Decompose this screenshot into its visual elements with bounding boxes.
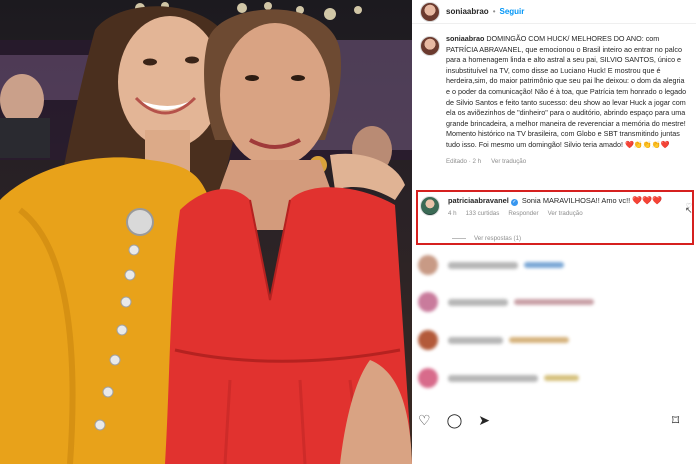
caption-text-block: soniaabrao DOMINGÃO COM HUCK/ MELHORES D… (446, 34, 690, 151)
blurred-username (448, 374, 538, 382)
comment-see-translation[interactable]: Ver tradução (548, 209, 583, 219)
highlighted-comment: patriciaabravanel ✓ Sonia MARAVILHOSA!! A… (420, 196, 692, 219)
caption-avatar[interactable] (420, 36, 440, 56)
blurred-text (524, 262, 564, 268)
separator-dot: • (492, 7, 496, 16)
caption-see-translation[interactable]: Ver tradução (491, 157, 526, 168)
blurred-avatar (418, 255, 438, 275)
blurred-comment (418, 330, 569, 350)
caption-username[interactable]: soniaabrao (446, 34, 484, 43)
comment-time: 4 h (448, 210, 457, 217)
follow-button[interactable]: Seguir (500, 7, 525, 16)
view-replies-label[interactable]: Ver respostas (1) (474, 235, 521, 242)
blurred-comment (418, 255, 564, 275)
post-header: soniaabrao • Seguir (412, 0, 696, 24)
blurred-text (509, 337, 569, 343)
blurred-comment (418, 292, 594, 312)
photo-illustration (0, 2, 412, 464)
blurred-username (448, 298, 508, 306)
blurred-avatar (418, 368, 438, 388)
bookmark-icon[interactable]: ⌑ (672, 412, 679, 429)
verified-badge-icon: ✓ (510, 199, 518, 206)
post-photo (0, 0, 412, 464)
caption-emojis: ❤️👏👏👏❤️ (624, 139, 670, 149)
blurred-text (514, 299, 594, 305)
post-caption: soniaabrao DOMINGÃO COM HUCK/ MELHORES D… (420, 34, 692, 167)
comment-likes[interactable]: 133 curtidas (466, 209, 500, 219)
commenter-username[interactable]: patriciaabravanel (448, 196, 509, 205)
share-icon[interactable]: ➤ (478, 412, 490, 429)
blurred-avatar (418, 292, 438, 312)
pointer-cursor-icon: ↖ (685, 205, 693, 215)
author-avatar[interactable] (420, 1, 440, 22)
heart-outline-icon[interactable]: ♡ (418, 412, 431, 429)
action-bar: ♡ ◯ ➤ ⌑ (418, 412, 679, 429)
comment-text: Sonia MARAVILHOSA!! Amo vc!! (521, 196, 631, 205)
caption-text: DOMINGÃO COM HUCK/ MELHORES DO ANO: com … (446, 34, 687, 149)
blurred-text (544, 375, 579, 381)
blurred-comment (418, 368, 579, 388)
comment-icon[interactable]: ◯ (447, 412, 463, 429)
replies-line (452, 238, 466, 239)
blurred-username (448, 336, 503, 344)
view-replies[interactable]: Ver respostas (1) (452, 235, 521, 242)
comment-hearts: ❤️❤️❤️ (632, 196, 663, 205)
commenter-avatar[interactable] (420, 196, 440, 216)
blurred-username (448, 261, 518, 269)
blurred-avatar (418, 330, 438, 350)
author-username[interactable]: soniaabrao (446, 7, 489, 16)
reply-button[interactable]: Responder (508, 209, 538, 219)
caption-edited-time: Editado · 2 h (446, 157, 482, 165)
